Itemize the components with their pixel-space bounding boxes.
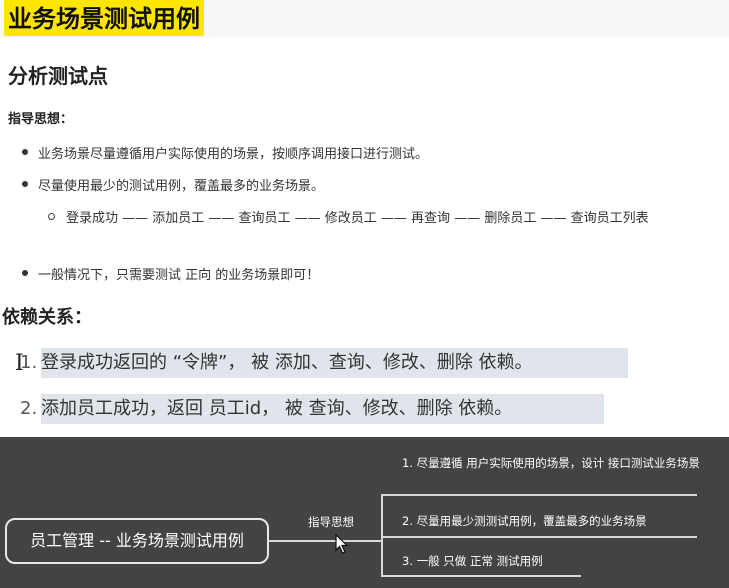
bullet-dot-icon xyxy=(22,149,28,155)
section-heading-analysis: 分析测试点 xyxy=(8,64,108,88)
dependency-number-2: 2. xyxy=(20,398,38,419)
mindmap-branch-underline xyxy=(381,494,697,496)
bullet-dot-icon xyxy=(22,181,28,187)
mindmap-branch-2[interactable]: 2. 尽量用最少测测试用例，覆盖最多的业务场景 xyxy=(402,513,712,530)
mouse-pointer-icon xyxy=(335,534,349,554)
mindmap-branch-underline xyxy=(381,575,581,577)
mindmap-panel: 员工管理 -- 业务场景测试用例 指导思想 1. 尽量遵循 用户实际使用的场景，… xyxy=(0,437,729,588)
bullet-item-3: 一般情况下，只需要测试 正向 的业务场景即可！ xyxy=(38,268,320,283)
mindmap-branch-underline xyxy=(381,536,697,538)
dependency-item-1: 登录成功返回的 “令牌”， 被 添加、查询、修改、删除 依赖。 xyxy=(41,348,628,378)
dependency-item-2: 添加员工成功，返回 员工id， 被 查询、修改、删除 依赖。 xyxy=(41,394,604,424)
sub-bullet-flow: 登录成功 —— 添加员工 —— 查询员工 —— 修改员工 —— 再查询 —— 删… xyxy=(66,211,649,226)
page-title: 业务场景测试用例 xyxy=(4,0,204,36)
mindmap-root-node[interactable]: 员工管理 -- 业务场景测试用例 xyxy=(5,518,269,564)
text-cursor-icon: I xyxy=(15,351,24,376)
section-heading-dependency: 依赖关系： xyxy=(2,307,92,328)
guide-label: 指导思想： xyxy=(8,112,74,127)
sub-bullet-circle-icon xyxy=(48,213,55,220)
mindmap-branch-1[interactable]: 1. 尽量遵循 用户实际使用的场景，设计 接口测试业务场景 xyxy=(402,455,702,472)
mindmap-branch-label[interactable]: 指导思想 xyxy=(308,514,354,530)
mindmap-branch-3[interactable]: 3. 一般 只做 正常 测试用例 xyxy=(402,553,642,570)
mindmap-connector xyxy=(269,540,381,542)
bullet-item-2: 尽量使用最少的测试用例，覆盖最多的业务场景。 xyxy=(38,179,325,194)
bullet-item-1: 业务场景尽量遵循用户实际使用的场景，按顺序调用接口进行测试。 xyxy=(38,147,429,162)
bullet-dot-icon xyxy=(22,270,28,276)
